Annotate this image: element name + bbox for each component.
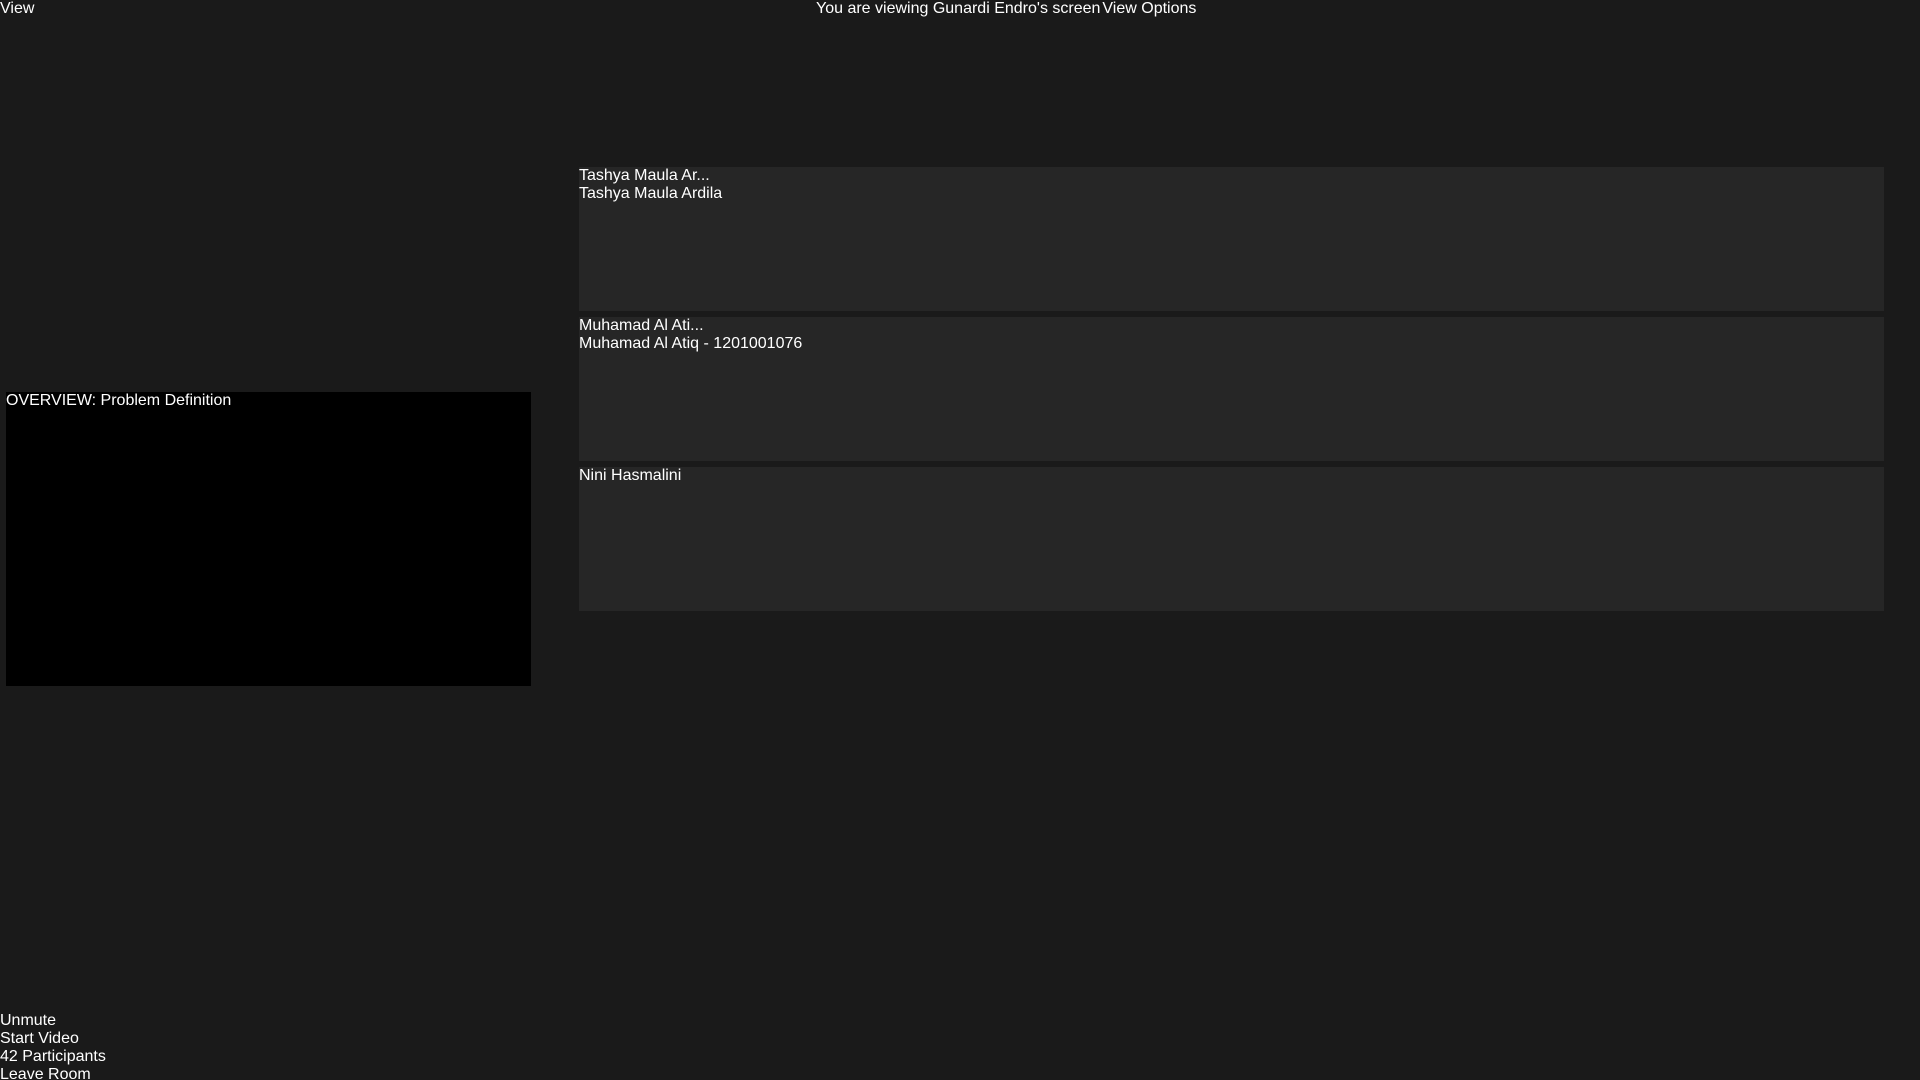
view-options-button[interactable]: View Options	[1102, 0, 1196, 18]
shared-screen: OVERVIEW: Problem Definition	[6, 392, 531, 686]
unmute-button[interactable]: Unmute	[0, 1012, 1920, 1030]
meeting-toolbar: Unmute Start Video 42 Participants Leave…	[0, 1012, 1920, 1080]
participant-label: Tashya Maula Ardila	[579, 185, 723, 202]
viewing-banner: You are viewing Gunardi Endro's screen	[816, 0, 1101, 17]
top-bar: You are viewing Gunardi Endro's screen V…	[0, 0, 1920, 40]
view-banner: You are viewing Gunardi Endro's screen V…	[816, 0, 1196, 18]
participant-label: Nini Hasmalini	[579, 467, 682, 484]
participant-tile[interactable]: Tashya Maula Ar... Tashya Maula Ardila	[579, 167, 1884, 311]
slide-title: OVERVIEW: Problem Definition	[6, 392, 232, 409]
participant-label: Muhamad Al Atiq - 1201001076	[579, 335, 803, 352]
gallery-grid: Tashya Maula Ar... Tashya Maula Ardila M…	[579, 167, 1884, 611]
participant-display-name: Muhamad Al Ati...	[579, 317, 704, 334]
start-video-button[interactable]: Start Video	[0, 1030, 1920, 1048]
participant-display-name: Tashya Maula Ar...	[579, 167, 710, 184]
participants-button[interactable]: 42 Participants	[0, 1048, 1920, 1066]
participants-count: 42	[0, 1048, 18, 1065]
participant-tile[interactable]: Muhamad Al Ati... Muhamad Al Atiq - 1201…	[579, 317, 1884, 461]
participant-tile[interactable]: Nini Hasmalini	[579, 467, 1884, 611]
leave-room-button[interactable]: Leave Room	[0, 1066, 1920, 1080]
